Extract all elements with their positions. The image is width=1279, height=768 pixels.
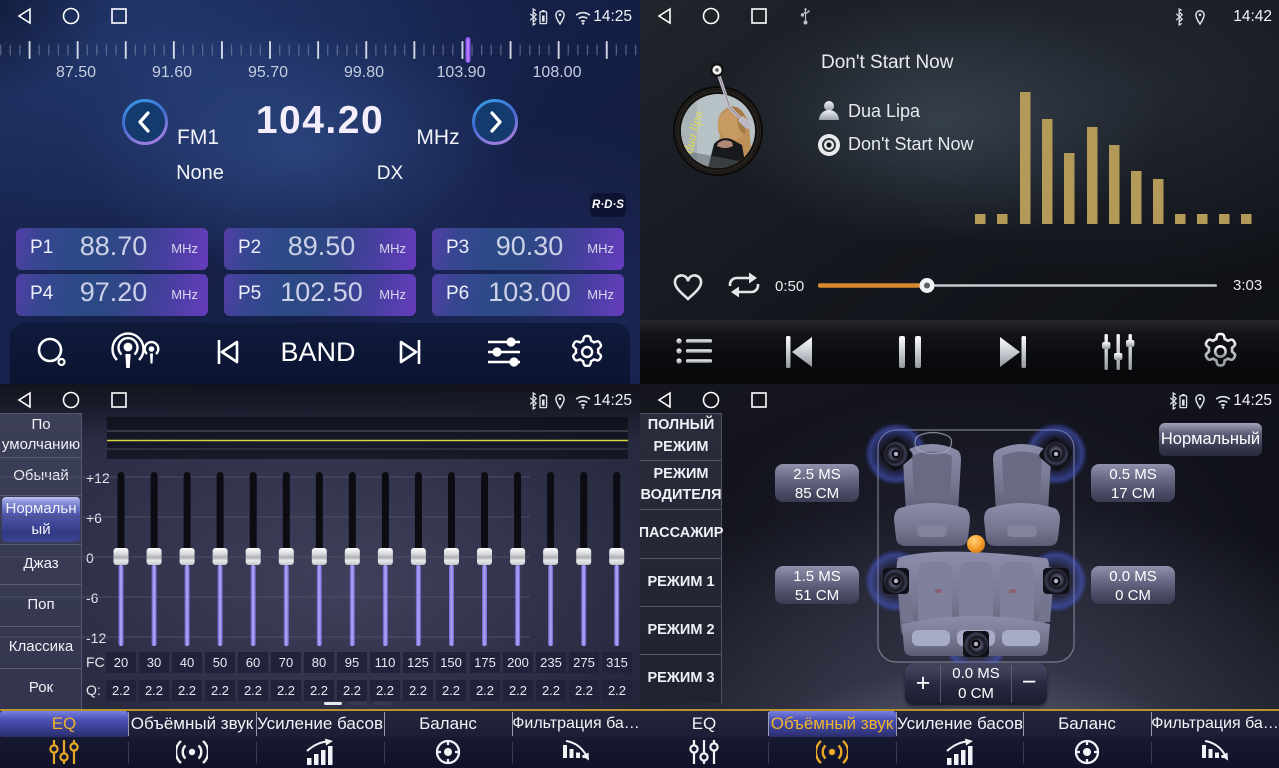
svg-text:14:42: 14:42 xyxy=(1233,8,1272,25)
svg-text:14:25: 14:25 xyxy=(1233,392,1272,409)
svg-text:0:50: 0:50 xyxy=(775,278,804,295)
svg-text:BAND: BAND xyxy=(280,337,355,367)
svg-text:14:25: 14:25 xyxy=(593,8,632,25)
